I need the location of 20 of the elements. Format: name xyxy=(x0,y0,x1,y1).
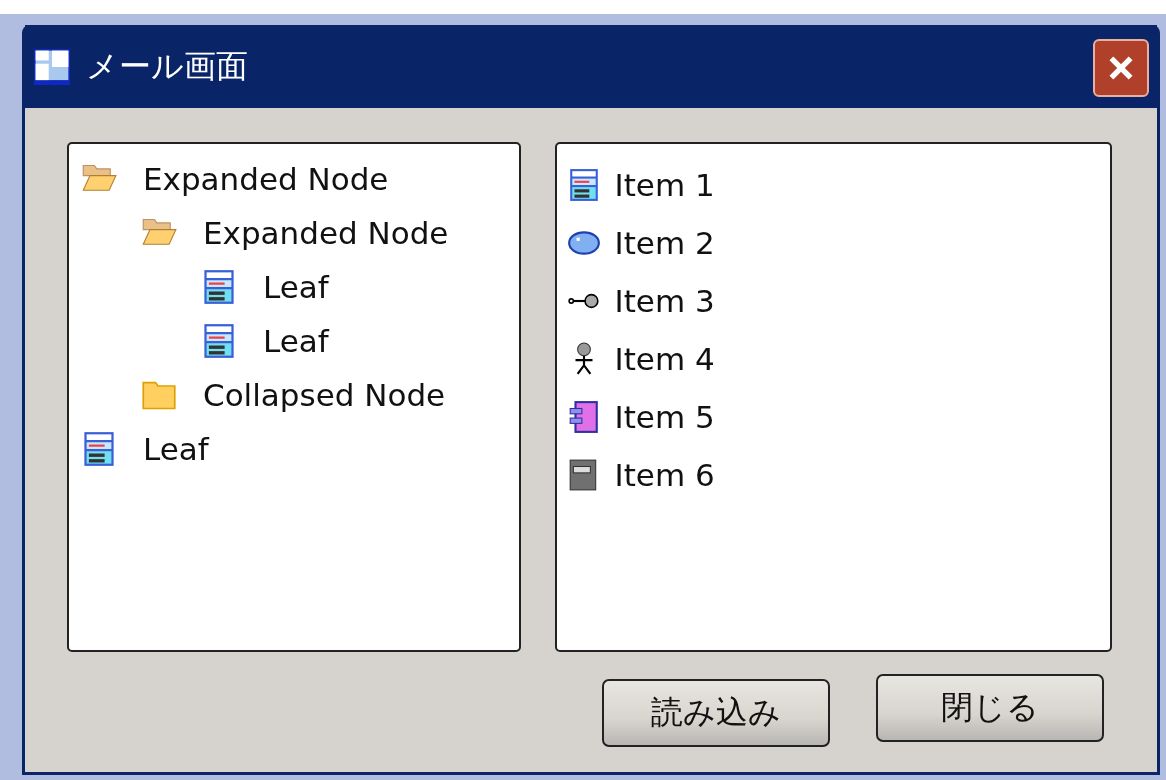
form-icon xyxy=(201,269,237,305)
list-item[interactable]: Item 5 xyxy=(614,399,715,435)
list-item[interactable]: Item 2 xyxy=(614,225,715,261)
tree-item[interactable]: Leaf xyxy=(263,269,329,305)
list-item[interactable]: Item 1 xyxy=(614,167,715,203)
load-button[interactable]: 読み込み xyxy=(602,679,830,747)
close-dialog-button[interactable]: 閉じる xyxy=(876,674,1104,742)
list-item[interactable]: Item 4 xyxy=(614,341,715,377)
close-button[interactable] xyxy=(1093,38,1149,97)
window-icon xyxy=(34,48,70,85)
tree-item[interactable]: Expanded Node xyxy=(143,161,389,197)
form-icon xyxy=(81,431,117,467)
list-item[interactable]: Item 3 xyxy=(614,283,715,319)
tree-item[interactable]: Collapsed Node xyxy=(203,377,446,413)
form-icon xyxy=(201,323,237,359)
tree-item[interactable]: Leaf xyxy=(143,431,209,467)
list-item[interactable]: Item 6 xyxy=(614,457,715,493)
window-title: メール画面 xyxy=(86,45,249,87)
tree-item[interactable]: Expanded Node xyxy=(203,215,449,251)
tree-item[interactable]: Leaf xyxy=(263,323,329,359)
